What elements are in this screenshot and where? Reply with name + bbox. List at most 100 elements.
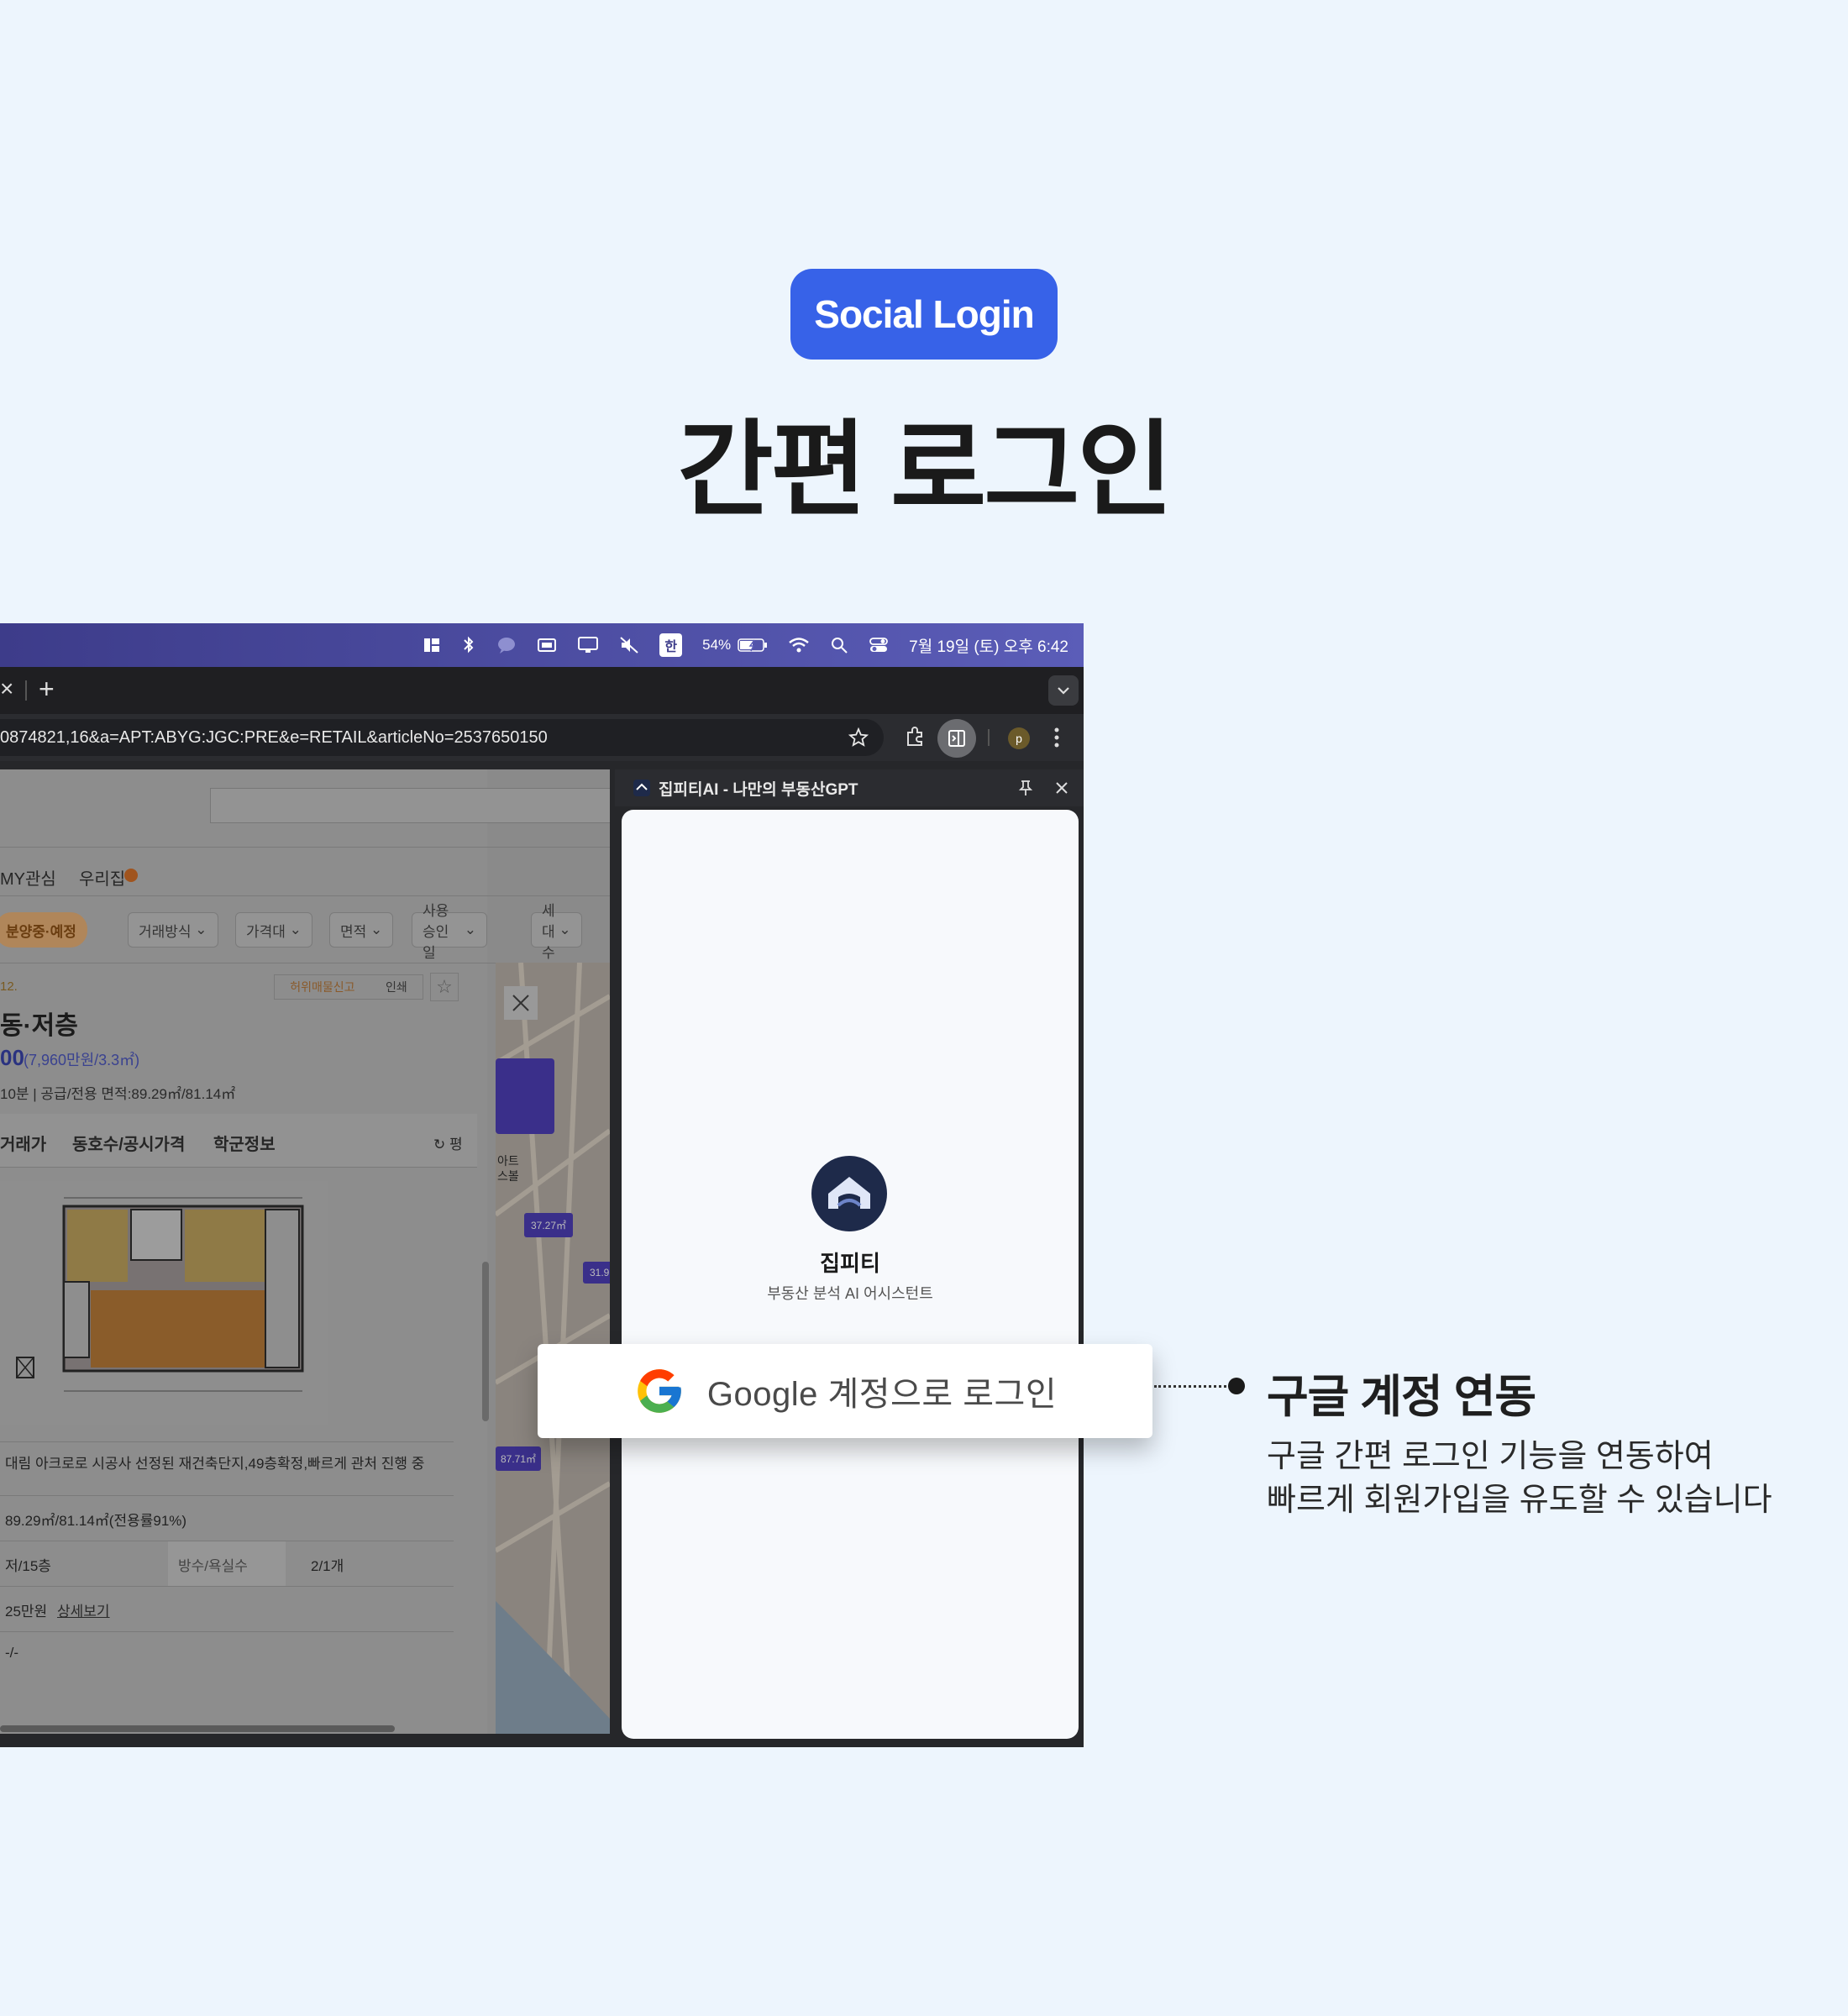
wifi-icon[interactable] [778, 623, 820, 667]
floor-plan-image [0, 1181, 328, 1425]
window-icon[interactable] [527, 623, 567, 667]
battery-percent: 54% [702, 637, 732, 653]
side-panel-header: 집피티AI - 나만의 부동산GPT [615, 769, 1084, 806]
map-marker-3[interactable]: 87.71㎡ [496, 1446, 542, 1471]
filter-price-label: 가격대 [246, 923, 286, 940]
profile-avatar[interactable]: p [1008, 727, 1030, 749]
tab-search-button[interactable] [1048, 675, 1079, 706]
floor-detail: 저/15층 [5, 1558, 51, 1574]
nav-my-interest[interactable]: MY관심 [0, 865, 56, 890]
filter-deal-type[interactable]: 거래방식 ⌄ [128, 912, 218, 948]
feature-description-line2: 빠르게 회원가입을 유도할 수 있습니다 [1267, 1483, 1772, 1518]
address-bar[interactable]: 0874821,16&a=APT:ABYG:JGC:PRE&e=RETAIL&a… [0, 719, 884, 756]
map-label-art: 아트 [497, 1154, 519, 1168]
mac-menubar: 한 54% 7월 19일 (토) 오후 6:42 [0, 623, 1084, 667]
clock[interactable]: 7월 19일 (토) 오후 6:42 [899, 623, 1084, 667]
side-panel-button[interactable] [937, 719, 976, 758]
filter-presale-label: 분양중·예정 [6, 923, 76, 940]
unit-toggle-label: 평 [449, 1137, 463, 1152]
browser-toolbar: 0874821,16&a=APT:ABYG:JGC:PRE&e=RETAIL&a… [0, 714, 1084, 761]
row-divider-3 [0, 1586, 454, 1587]
google-login-button[interactable]: Google 계정으로 로그인 [538, 1344, 1152, 1438]
maintenance-fee: 25만원 [5, 1604, 48, 1620]
star-icon[interactable] [848, 727, 869, 748]
tab-trade-price[interactable]: 거래가 [0, 1131, 46, 1155]
zippity-logo-icon [811, 1156, 887, 1231]
close-tab-icon[interactable]: × [0, 675, 13, 702]
area-detail: 89.29㎡/81.14㎡(전용률91%) [5, 1513, 187, 1529]
unit-toggle[interactable]: ↻ 평 [433, 1132, 463, 1153]
bluetooth-icon[interactable] [451, 623, 486, 667]
map-marker-cluster[interactable] [496, 1058, 554, 1134]
input-method-indicator[interactable]: 한 [649, 623, 692, 667]
horizontal-scrollbar[interactable] [0, 1725, 395, 1732]
callout-dotted-line [1154, 1385, 1231, 1388]
app-name: 집피티 [820, 1251, 880, 1276]
map-close-button[interactable] [504, 986, 538, 1020]
url-text: 0874821,16&a=APT:ABYG:JGC:PRE&e=RETAIL&a… [0, 727, 548, 747]
social-login-badge: Social Login [790, 269, 1058, 360]
new-tab-button[interactable]: + [39, 674, 55, 705]
chat-icon[interactable] [486, 623, 527, 667]
new-badge [124, 869, 138, 882]
page-title: 간편 로그인 [677, 412, 1173, 528]
input-method-label: 한 [659, 633, 683, 657]
browser-tabbar: × + [0, 667, 1084, 714]
row-divider-4 [0, 1631, 454, 1632]
filter-approval-date[interactable]: 사용승인일 ⌄ [412, 903, 487, 961]
nav-my-home[interactable]: 우리집 [79, 865, 125, 890]
extensions-icon[interactable] [904, 726, 926, 748]
filter-divider [0, 895, 610, 896]
report-print-box[interactable]: 허위매물신고 인쇄 [274, 974, 423, 1000]
extra-detail: -/- [5, 1645, 19, 1661]
site-search-input[interactable] [210, 788, 610, 823]
chevron-down-icon [1058, 687, 1069, 695]
google-login-label: Google 계정으로 로그인 [706, 1376, 1058, 1413]
filter-area-label: 면적 [340, 923, 367, 940]
filter-deal-type-label: 거래방식 [139, 923, 192, 940]
filter-price[interactable]: 가격대 ⌄ [235, 912, 312, 948]
pin-icon[interactable] [1018, 780, 1033, 796]
zippity-small-icon [633, 780, 650, 796]
toolbar-divider [988, 729, 990, 746]
control-center-icon[interactable] [858, 623, 899, 667]
close-panel-icon[interactable] [1055, 781, 1068, 795]
filter-households[interactable]: 세대수 ⌄ [531, 903, 582, 961]
filter-presale-chip[interactable]: 분양중·예정 [0, 912, 87, 948]
feature-description-line1: 구글 간편 로그인 기능을 연동하여 [1267, 1439, 1714, 1474]
tab-unit-price[interactable]: 동호수/공시가격 [72, 1131, 185, 1155]
listing-scrollbar[interactable] [482, 1262, 489, 1421]
site-header-divider [0, 847, 610, 848]
listing-description: 대림 아크로로 시공사 선정된 재건축단지,49층확정,빠르게 관처 진행 중 [5, 1456, 425, 1472]
listing-date: 12. [0, 979, 18, 994]
side-panel-icon [948, 730, 965, 747]
map-label-sbol: 스볼 [497, 1169, 519, 1183]
battery-status[interactable]: 54% [692, 623, 778, 667]
price-per-area: (7,960만원/3.3㎡) [24, 1052, 140, 1068]
display-icon[interactable] [567, 623, 609, 667]
real-estate-website: MY관심 우리집 분양중·예정 거래방식 ⌄ 가격대 ⌄ 면적 ⌄ 사용승인일 … [0, 769, 610, 1734]
report-label[interactable]: 허위매물신고 [290, 979, 354, 995]
search-icon[interactable] [820, 623, 858, 667]
map-marker-1[interactable]: 37.27㎡ [524, 1213, 574, 1237]
tab-divider [25, 680, 27, 701]
side-panel-title: 집피티AI - 나만의 부동산GPT [659, 780, 858, 799]
rooms-value: 2/1개 [311, 1558, 344, 1574]
callout-dot [1228, 1378, 1245, 1394]
tab-school-info[interactable]: 학군정보 [213, 1131, 276, 1155]
mute-icon[interactable] [609, 623, 649, 667]
print-label[interactable]: 인쇄 [386, 979, 407, 995]
rooms-label: 방수/욕실수 [178, 1558, 248, 1574]
browser-screenshot: 한 54% 7월 19일 (토) 오후 6:42 × + 0874821,16&… [0, 623, 1084, 1747]
favorite-button[interactable]: ☆ [430, 973, 459, 1001]
description-divider [0, 1441, 454, 1442]
row-divider-1 [0, 1495, 454, 1496]
battery-icon [738, 638, 768, 652]
layout-icon[interactable] [412, 623, 451, 667]
detail-link[interactable]: 상세보기 [57, 1599, 110, 1620]
filter-households-label: 세대수 [542, 902, 555, 961]
filter-area[interactable]: 면적 ⌄ [329, 912, 394, 948]
listing-price: 00 [0, 1045, 24, 1070]
more-menu-icon[interactable] [1053, 726, 1060, 749]
map-marker-2[interactable]: 31.9 [583, 1262, 610, 1284]
